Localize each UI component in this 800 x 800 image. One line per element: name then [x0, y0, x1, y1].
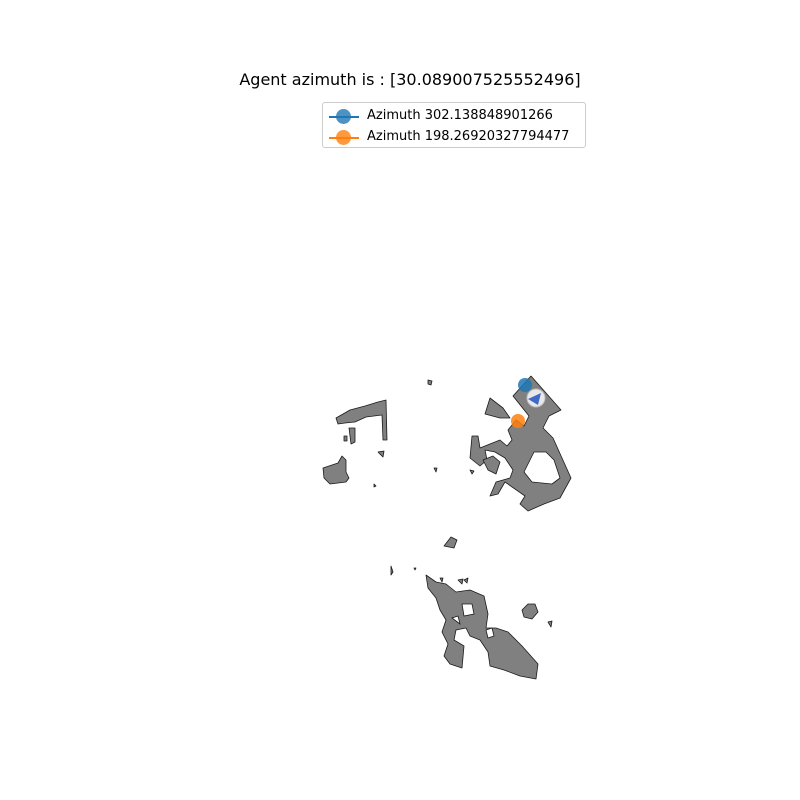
map-region-left-bits — [343, 427, 356, 445]
map-region-bottom — [425, 574, 539, 680]
map-region-left-wall — [335, 399, 388, 441]
map-region-bottom-blob — [521, 603, 539, 620]
map-regions — [322, 375, 572, 680]
map-region-bottom-speck — [547, 620, 553, 628]
map-region-specks-mid — [373, 450, 394, 576]
map-region-bottom-specks — [413, 567, 469, 585]
map-hole-1 — [461, 603, 475, 617]
azimuth-marker-2 — [511, 414, 525, 428]
map-region-specks-top — [427, 379, 475, 475]
azimuth-marker-1 — [518, 378, 532, 392]
occupancy-map — [322, 375, 572, 680]
map-region-small-right — [482, 455, 501, 475]
map-region-middle-block — [443, 536, 458, 549]
map-region-upper-spur — [484, 397, 511, 419]
map-region-main-right — [469, 375, 572, 512]
map-region-left-block — [322, 455, 350, 485]
